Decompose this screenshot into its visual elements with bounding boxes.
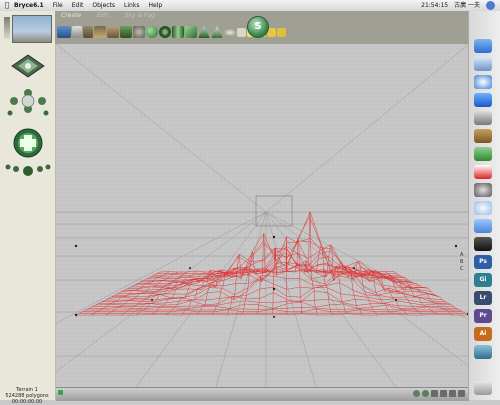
menu-links[interactable]: Links: [124, 0, 139, 11]
cube-icon[interactable]: [185, 26, 197, 38]
svg-text:C: C: [460, 266, 464, 272]
dock-label-gi: Gi: [474, 273, 492, 287]
forward-button[interactable]: [449, 390, 456, 397]
dock-label-ai: Ai: [474, 327, 492, 341]
camera-trackball-icon[interactable]: [12, 55, 44, 77]
palette-tabs: Create Edit Sky & Fog: [61, 12, 155, 19]
address-book-icon[interactable]: [474, 129, 492, 143]
finder-icon[interactable]: [474, 39, 492, 53]
cylinder-icon[interactable]: [172, 26, 184, 38]
preview-icon[interactable]: [474, 111, 492, 125]
premiere-icon[interactable]: Pr: [474, 309, 492, 323]
illustrator-icon[interactable]: Ai: [474, 327, 492, 341]
bottom-control-bar: [56, 387, 469, 401]
dock-label-pr: Pr: [474, 309, 492, 323]
svg-text:B: B: [460, 259, 464, 265]
terminal-icon[interactable]: [474, 237, 492, 251]
lightroom-icon[interactable]: Lr: [474, 291, 492, 305]
options-button[interactable]: [422, 390, 429, 397]
trash-icon[interactable]: [474, 381, 492, 395]
square-plane-icon[interactable]: [237, 28, 246, 37]
pyramid-icon[interactable]: [198, 26, 210, 38]
photoshop-icon[interactable]: Ps: [474, 255, 492, 269]
ichat-icon[interactable]: [474, 147, 492, 161]
render-preview-thumbnail[interactable]: [12, 15, 52, 43]
bryce-logo-icon[interactable]: S: [247, 16, 269, 38]
object-status: Terrain 1 524288 polygons 00:00:00.00: [2, 387, 52, 405]
apple-icon[interactable]: : [0, 0, 14, 11]
clock[interactable]: 21:54:15: [421, 0, 448, 11]
preset-dot-row[interactable]: [6, 165, 51, 177]
zoom-control-icon[interactable]: [14, 129, 42, 157]
menu-edit[interactable]: Edit: [72, 0, 84, 11]
folder-icon[interactable]: [474, 219, 492, 233]
disc-icon[interactable]: [224, 29, 236, 36]
tab-edit[interactable]: Edit: [97, 12, 109, 19]
torus-icon[interactable]: [159, 26, 171, 38]
system-preferences-icon[interactable]: [474, 183, 492, 197]
terrain-icon[interactable]: [94, 26, 106, 38]
terrain-wireframe-view[interactable]: A B C: [56, 44, 469, 387]
app-icon[interactable]: [474, 345, 492, 359]
animation-controls: [413, 390, 465, 397]
menu-objects[interactable]: Objects: [92, 0, 115, 11]
golive-icon[interactable]: Gi: [474, 273, 492, 287]
menu-file[interactable]: File: [53, 0, 63, 11]
rewind-button[interactable]: [431, 390, 438, 397]
radial-light-icon[interactable]: [277, 28, 286, 37]
progress-indicator: [58, 390, 63, 395]
tab-sky-fog[interactable]: Sky & Fog: [125, 12, 155, 19]
spotlight-icon[interactable]: [486, 1, 495, 10]
tree-icon[interactable]: [120, 26, 132, 38]
symmetrical-lattice-icon[interactable]: [107, 26, 119, 38]
svg-text:A: A: [460, 252, 464, 258]
3d-viewport[interactable]: A B C: [56, 44, 469, 387]
sphere-icon[interactable]: [146, 26, 158, 38]
dock: Ps Gi Lr Pr Ai: [468, 11, 500, 400]
create-toolbar: Create Edit Sky & Fog S: [55, 11, 469, 44]
safari-icon[interactable]: [474, 75, 492, 89]
axis-labels: A B C: [460, 252, 464, 272]
cloud-plane-icon[interactable]: [72, 26, 82, 38]
cone-icon[interactable]: [211, 26, 223, 38]
record-button[interactable]: [413, 390, 420, 397]
end-button[interactable]: [458, 390, 465, 397]
dock-label-ps: Ps: [474, 255, 492, 269]
camera-controls: [0, 51, 55, 221]
left-control-panel: Terrain 1 524288 polygons 00:00:00.00: [0, 11, 56, 400]
dock-label-lr: Lr: [474, 291, 492, 305]
itunes-icon[interactable]: [474, 93, 492, 107]
mail-icon[interactable]: [474, 57, 492, 71]
menu-help[interactable]: Help: [148, 0, 162, 11]
cross-control-icon[interactable]: [8, 89, 49, 116]
preview-slider[interactable]: [4, 17, 10, 39]
itunes-disc-icon[interactable]: [474, 201, 492, 215]
user-name[interactable]: 古廣 一夫: [454, 0, 480, 11]
play-button[interactable]: [440, 390, 447, 397]
ground-plane-icon[interactable]: [83, 26, 93, 38]
ical-icon[interactable]: [474, 165, 492, 179]
tab-create[interactable]: Create: [61, 12, 81, 19]
water-plane-icon[interactable]: [57, 26, 71, 38]
app-menu[interactable]: Bryce6.1: [14, 0, 44, 11]
rock-icon[interactable]: [133, 26, 145, 38]
